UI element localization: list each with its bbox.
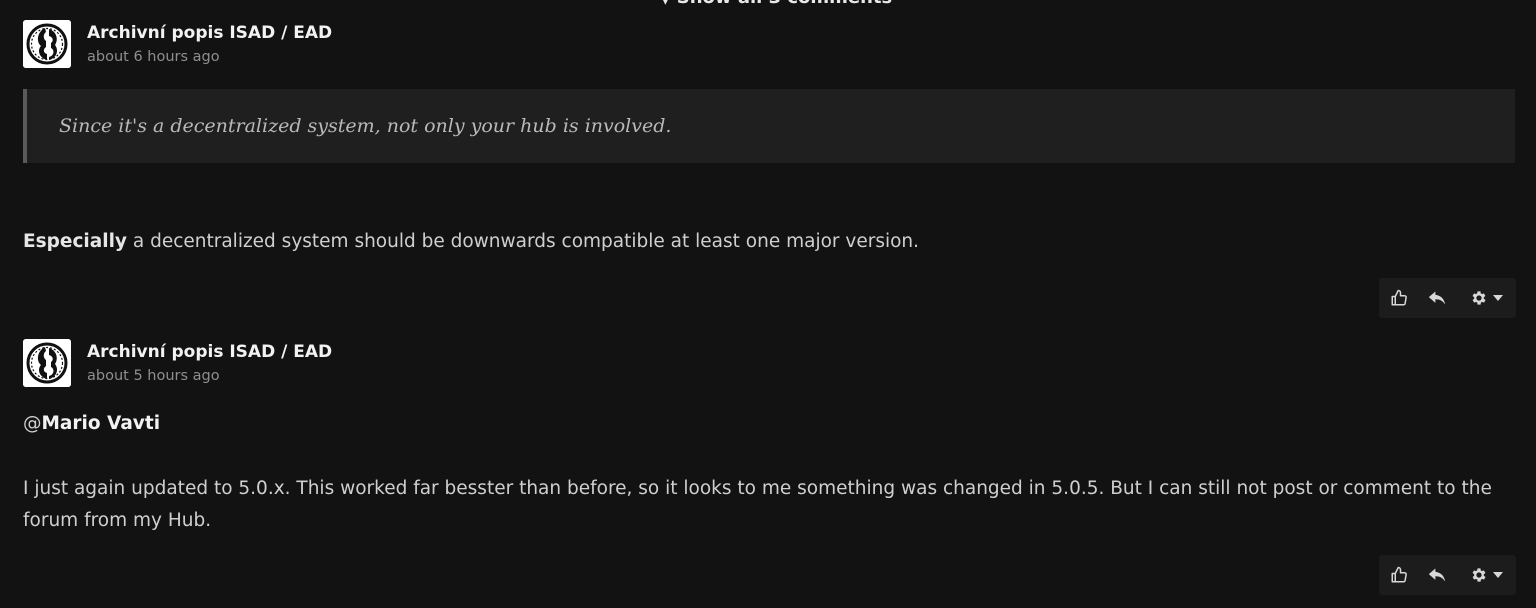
reply-icon (1428, 568, 1446, 582)
thumbs-up-icon (1391, 566, 1407, 583)
mention[interactable]: @Mario Vavti (23, 413, 160, 434)
caret-down-icon (1492, 572, 1503, 578)
emphasis-text: Especially (23, 231, 127, 252)
comment-settings-dropdown[interactable] (1458, 555, 1514, 595)
comment-timestamp[interactable]: about 5 hours ago (87, 368, 220, 384)
like-button[interactable] (1380, 278, 1418, 318)
like-button[interactable] (1380, 555, 1418, 595)
comment-timestamp[interactable]: about 6 hours ago (87, 49, 220, 65)
comment-thread: ▼ Show all 3 comments Archivní popis ISAD… (0, 0, 1536, 608)
comment-author[interactable]: Archivní popis ISAD / EAD (87, 23, 332, 43)
comment-body: I just again updated to 5.0.x. This work… (23, 478, 1492, 531)
comment: Archivní popis ISAD / EAD about 6 hours … (23, 20, 1516, 318)
comment-actions (1379, 278, 1516, 318)
avatar-logo-icon (23, 339, 71, 387)
show-all-comments-label: Show all 3 comments (677, 0, 892, 8)
blockquote: Since it's a decentralized system, not o… (23, 89, 1515, 163)
comment-body: Especially a decentralized system should… (23, 226, 919, 258)
comment: Archivní popis ISAD / EAD about 5 hours … (23, 339, 1516, 608)
avatar[interactable] (23, 20, 71, 68)
gear-icon (1472, 568, 1486, 582)
comment-settings-dropdown[interactable] (1458, 278, 1514, 318)
reply-button[interactable] (1418, 555, 1456, 595)
comment-author[interactable]: Archivní popis ISAD / EAD (87, 342, 332, 362)
reply-icon (1428, 291, 1446, 305)
avatar[interactable] (23, 339, 71, 387)
comment-actions (1379, 555, 1516, 595)
show-all-comments-link[interactable]: ▼ Show all 3 comments (660, 0, 892, 8)
caret-down-icon (1492, 295, 1503, 301)
mention-name: Mario Vavti (41, 413, 161, 434)
gear-icon (1472, 291, 1486, 305)
comment-body-text: a decentralized system should be downwar… (126, 231, 920, 252)
reply-button[interactable] (1418, 278, 1456, 318)
avatar-logo-icon (23, 20, 71, 68)
mention-prefix: @ (23, 413, 42, 434)
quote-text: Since it's a decentralized system, not o… (59, 115, 672, 137)
chevron-down-icon: ▼ (660, 0, 671, 7)
thumbs-up-icon (1391, 289, 1407, 306)
